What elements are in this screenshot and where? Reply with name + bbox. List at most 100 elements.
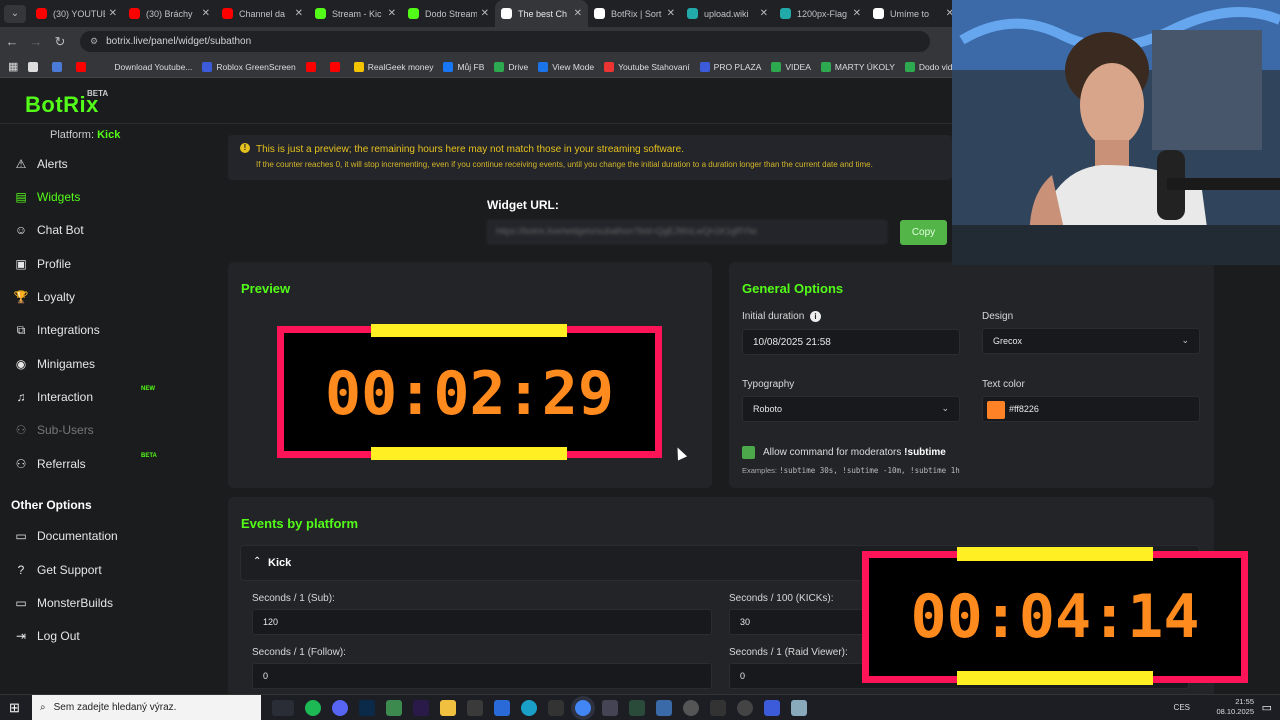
site-info-icon[interactable]: ⚙: [90, 36, 98, 47]
tab-close-icon[interactable]: ✕: [481, 8, 489, 19]
browser-tab[interactable]: upload.wiki ✕: [681, 0, 774, 27]
browser-tab[interactable]: 1200px-Flag ✕: [774, 0, 867, 27]
bookmark-item[interactable]: MARTY ÚKOLY: [820, 61, 895, 72]
copy-url-button[interactable]: Copy: [900, 220, 947, 245]
bookmark-item[interactable]: [329, 61, 344, 72]
photoshop-icon[interactable]: [359, 699, 375, 716]
app-icon[interactable]: [629, 699, 645, 716]
event-field-input[interactable]: 0: [252, 663, 712, 689]
bookmark-item[interactable]: View Mode: [538, 61, 594, 72]
store-icon[interactable]: [494, 699, 510, 716]
typography-select[interactable]: Roboto ⌄: [742, 396, 960, 422]
discord-icon[interactable]: [332, 699, 348, 716]
tab-close-icon[interactable]: ✕: [853, 8, 861, 19]
notifications-icon[interactable]: ▭: [1262, 701, 1272, 714]
back-icon[interactable]: ←: [0, 34, 24, 49]
sidebar-item-chat-bot[interactable]: ☺ Chat Bot: [0, 215, 200, 245]
language-indicator[interactable]: CES: [1174, 703, 1190, 712]
tab-close-icon[interactable]: ✕: [109, 8, 117, 19]
timer-bottom-bar: [371, 447, 567, 460]
tab-close-icon[interactable]: ✕: [295, 8, 303, 19]
bookmark-item[interactable]: Youtube Stahovaní: [604, 61, 690, 72]
bookmark-favicon-icon: [820, 61, 831, 72]
text-color-input[interactable]: #ff8226: [982, 396, 1200, 422]
windows-start-icon[interactable]: ⊞: [9, 700, 20, 716]
sidebar-item-monsterbuilds[interactable]: ▭ MonsterBuilds: [0, 588, 200, 618]
bookmark-item[interactable]: Drive: [494, 61, 528, 72]
app-icon[interactable]: [791, 699, 807, 716]
tab-close-icon[interactable]: ✕: [388, 8, 396, 19]
epic-games-icon[interactable]: [548, 699, 564, 716]
initial-duration-input[interactable]: 10/08/2025 21:58: [742, 329, 960, 355]
spotify-icon[interactable]: [305, 699, 321, 716]
app-icon[interactable]: [683, 699, 699, 716]
sidebar-item-interaction[interactable]: ♫ Interaction NEW: [0, 382, 200, 412]
tab-close-icon[interactable]: ✕: [202, 8, 210, 19]
bookmark-item[interactable]: Download Youtube...: [100, 61, 192, 72]
event-field-input[interactable]: 120: [252, 609, 712, 635]
sidebar-item-profile[interactable]: ▣ Profile: [0, 249, 200, 279]
sidebar-item-documentation[interactable]: ▭ Documentation: [0, 521, 200, 551]
bookmark-item[interactable]: Můj FB: [443, 61, 484, 72]
allow-command-checkbox[interactable]: [742, 446, 755, 459]
bookmark-item[interactable]: [76, 61, 90, 72]
clock[interactable]: 21:55 08.10.2025: [1216, 697, 1254, 717]
app-icon[interactable]: [467, 699, 483, 716]
bookmark-item[interactable]: RealGeek money: [353, 61, 433, 72]
sidebar-item-label: Get Support: [37, 563, 102, 577]
app-icon[interactable]: [764, 699, 780, 716]
design-select[interactable]: Grecox ⌄: [982, 328, 1200, 354]
sidebar-item-loyalty[interactable]: 🏆 Loyalty: [0, 282, 200, 312]
browser-tab[interactable]: BotRix | Sort ✕: [588, 0, 681, 27]
app-icon[interactable]: [602, 699, 618, 716]
tab-search-icon[interactable]: ⌄: [4, 4, 26, 23]
app-icon[interactable]: [710, 699, 726, 716]
tab-close-icon[interactable]: ✕: [667, 8, 675, 19]
browser-tab[interactable]: (30) YOUTUBE ✕: [30, 0, 123, 27]
info-circle-icon[interactable]: i: [810, 311, 822, 322]
sidebar-item-get-support[interactable]: ? Get Support: [0, 555, 200, 585]
chevron-down-icon: ⌄: [1181, 335, 1189, 345]
edge-icon[interactable]: [521, 699, 537, 716]
bookmark-item[interactable]: [28, 61, 42, 72]
chrome-icon[interactable]: [575, 699, 591, 716]
url-field[interactable]: ⚙ botrix.live/panel/widget/subathon: [80, 31, 930, 52]
browser-tab[interactable]: Stream - Kic ✕: [309, 0, 402, 27]
tab-close-icon[interactable]: ✕: [760, 8, 768, 19]
calculator-icon[interactable]: [656, 699, 672, 716]
bookmark-item[interactable]: PRO PLAZA: [699, 61, 761, 72]
browser-tab[interactable]: Dodo Stream ✕: [402, 0, 495, 27]
info-icon: !: [240, 143, 250, 153]
premiere-icon[interactable]: [413, 699, 429, 716]
bookmark-item[interactable]: [305, 61, 320, 72]
file-explorer-icon[interactable]: [440, 699, 456, 716]
sidebar-item-referrals[interactable]: ⚇ Referrals BETA: [0, 449, 200, 479]
sidebar-item-sub-users[interactable]: ⚇ Sub-Users: [0, 415, 200, 445]
reload-icon[interactable]: ↻: [48, 34, 72, 50]
browser-tab[interactable]: Channel da ✕: [216, 0, 309, 27]
sidebar-item-log-out[interactable]: ⇥ Log Out: [0, 621, 200, 651]
app-icon[interactable]: [737, 699, 753, 716]
bookmark-item[interactable]: VIDEA: [771, 61, 811, 72]
tab-close-icon[interactable]: ✕: [574, 8, 582, 19]
task-view-icon[interactable]: [272, 699, 294, 716]
bookmark-favicon-icon: [305, 61, 316, 72]
bookmark-item[interactable]: [52, 61, 66, 72]
color-swatch[interactable]: [987, 401, 1005, 419]
apps-icon[interactable]: ▦: [8, 60, 18, 73]
chevron-down-icon: ⌄: [941, 403, 949, 413]
widget-url-field[interactable]: https://botrix.live/widgets/subathon?bid…: [487, 220, 887, 244]
sidebar-item-widgets[interactable]: ▤ Widgets: [0, 182, 200, 212]
browser-tab[interactable]: Umíme to ✕: [867, 0, 960, 27]
sidebar-item-integrations[interactable]: ⧉ Integrations: [0, 315, 200, 345]
overlay-timer-top-bar: [957, 547, 1153, 561]
sidebar-item-minigames[interactable]: ◉ Minigames: [0, 349, 200, 379]
app-icon[interactable]: [386, 699, 402, 716]
browser-tab[interactable]: The best Ch ✕: [495, 0, 588, 27]
browser-tab[interactable]: (30) Bráchy ✕: [123, 0, 216, 27]
bookmark-item[interactable]: Roblox GreenScreen: [202, 61, 296, 72]
sidebar-item-alerts[interactable]: ⚠ Alerts: [0, 149, 200, 179]
forward-icon[interactable]: →: [24, 34, 48, 49]
bookmark-favicon-icon: [100, 61, 111, 72]
taskbar-search-field[interactable]: ⌕ Sem zadejte hledaný výraz.: [32, 694, 261, 720]
